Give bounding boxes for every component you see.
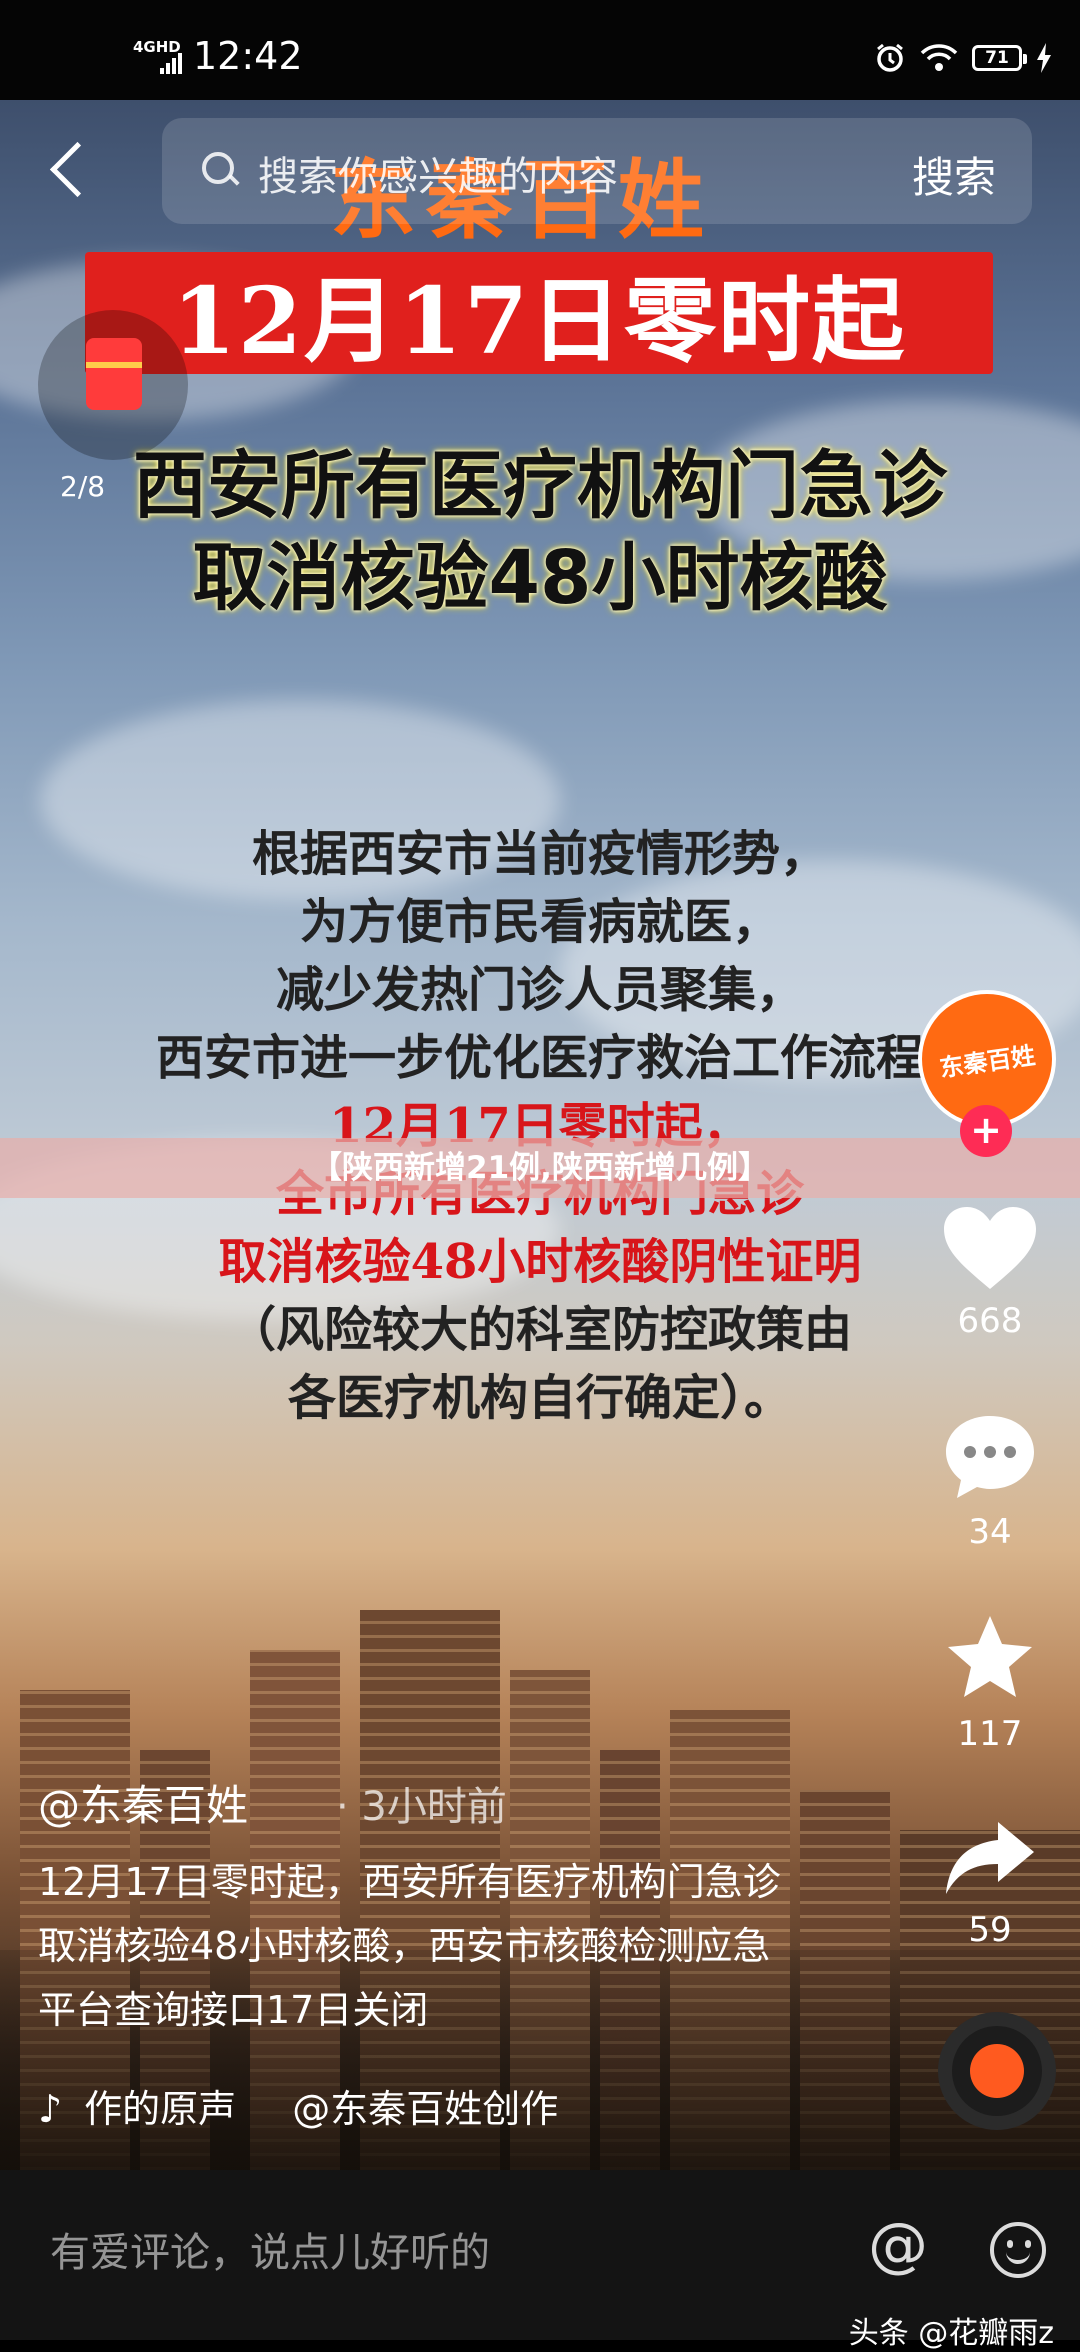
comment-icon [946,1416,1034,1498]
search-bar[interactable]: 搜索你感兴趣的内容 搜索 [162,118,1032,224]
search-input[interactable]: 搜索你感兴趣的内容 [258,144,618,202]
music-note-icon: ♪ [38,2087,63,2131]
video-date-banner: 12月17日零时起 [85,252,993,375]
emoji-icon[interactable] [990,2222,1046,2278]
search-button[interactable]: 搜索 [912,144,996,205]
red-envelope-icon [86,338,142,410]
post-time: · 3小时前 [336,1784,507,1830]
sound-name: 作的原声 [84,2087,237,2131]
clock: 12:42 [193,34,303,78]
video-body-text: 根据西安市当前疫情形势， 为方便市民看病就医， 减少发热门诊人员聚集， 西安市进… [0,820,1080,1432]
watermark: 头条 @花瓣雨z [848,2316,1054,2351]
post-caption[interactable]: 12月17日零时起，西安所有医疗机构门急诊取消核验48小时核酸，西安市核酸检测应… [38,1850,798,2042]
comment-count: 34 [968,1512,1012,1552]
body-line-red: 取消核验48小时核酸阴性证明 [218,1234,862,1290]
favorite-button[interactable]: 117 [920,1612,1060,1754]
comment-button[interactable]: 34 [920,1412,1060,1552]
battery-icon: 71 [972,45,1027,71]
follow-button[interactable]: + [960,1105,1012,1157]
body-line: 根据西安市当前疫情形势， [251,826,828,882]
body-line: 减少发热门诊人员聚集， [275,962,804,1018]
red-packet-progress: 2/8 [60,470,106,503]
at-mention-icon[interactable]: @ [868,2210,928,2280]
video-headline: 西安所有医疗机构门急诊 取消核验48小时核酸 [0,440,1080,624]
headline-line: 取消核验48小时核酸 [192,535,888,621]
body-line: 各医疗机构自行确定）。 [287,1370,792,1426]
like-count: 668 [957,1301,1023,1341]
share-button[interactable]: 59 [920,1818,1060,1950]
alarm-icon [877,43,903,72]
headline-line: 西安所有医疗机构门急诊 [133,443,947,529]
favorite-count: 117 [957,1714,1023,1754]
heart-icon [944,1207,1036,1289]
sound-author: @东秦百姓创作 [292,2087,559,2131]
charging-icon [1037,43,1051,73]
video-date-text: 12月17日零时起 [171,266,907,375]
like-button[interactable]: 668 [920,1205,1060,1341]
overlay-title: 【陕西新增21例,陕西新增几例】 [0,1138,1080,1198]
red-packet-widget[interactable] [38,310,188,460]
author-name[interactable]: @东秦百姓 [38,1772,248,1833]
body-line: （风险较大的科室防控政策由 [227,1302,852,1358]
avatar-text: 东秦百姓 [937,1040,1037,1083]
status-bar: 4GHD 12:42 71 [0,0,1080,100]
share-arrow-icon [946,1822,1034,1894]
search-icon [202,152,234,184]
star-icon [948,1616,1032,1697]
signal-icon [160,52,184,74]
music-disc-icon[interactable] [938,2012,1056,2130]
comment-input[interactable]: 有爱评论，说点儿好听的 [50,2220,490,2278]
wifi-icon [920,44,958,71]
music-info[interactable]: ♪ 作的原声 @东秦百姓创作 [38,2078,558,2133]
body-line: 为方便市民看病就医， [299,894,780,950]
share-count: 59 [968,1910,1012,1950]
